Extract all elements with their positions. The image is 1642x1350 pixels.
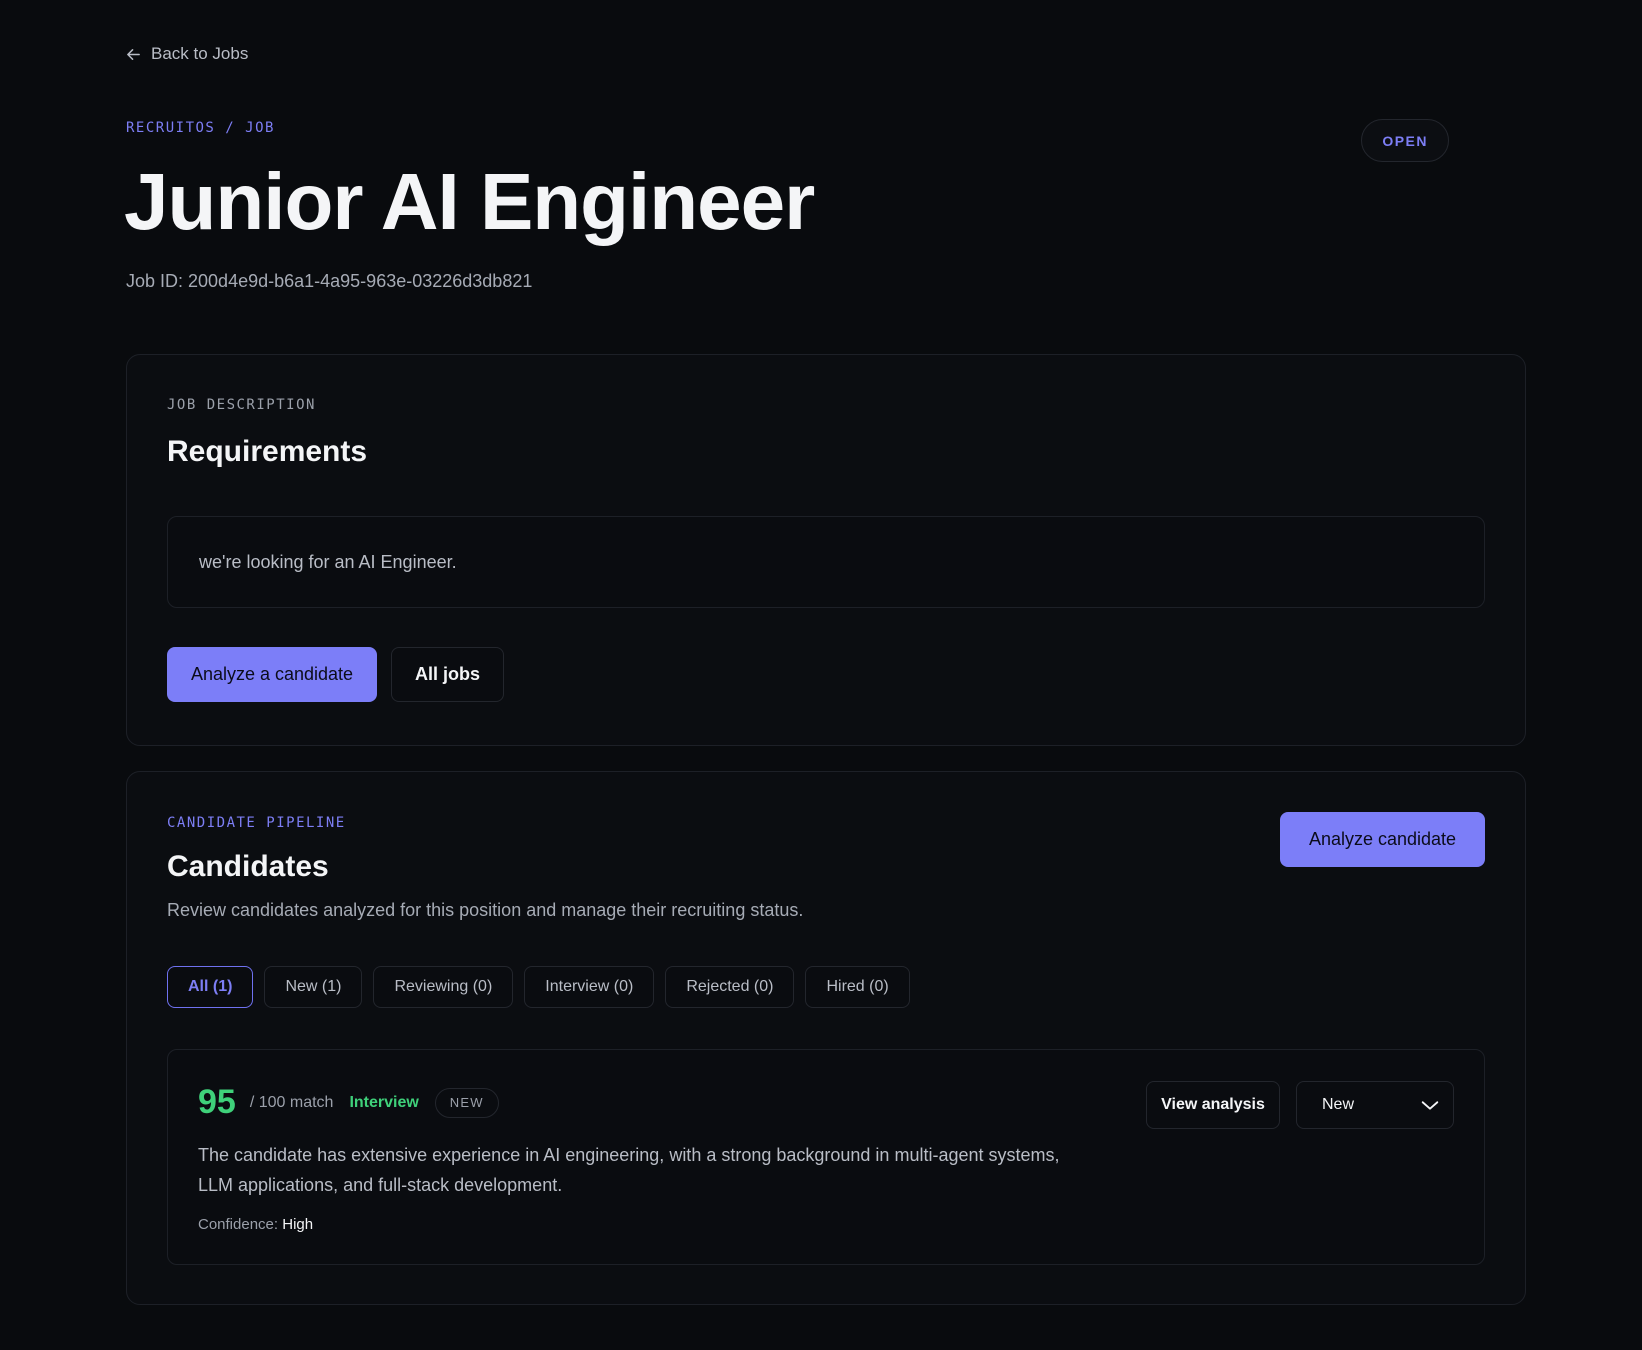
candidate-pipeline-eyebrow: CANDIDATE PIPELINE bbox=[167, 815, 346, 831]
recommended-stage: Interview bbox=[349, 1093, 419, 1111]
candidate-card: 95 / 100 match Interview NEW The candida… bbox=[167, 1049, 1485, 1265]
candidates-subtitle: Review candidates analyzed for this posi… bbox=[167, 900, 804, 920]
all-jobs-button[interactable]: All jobs bbox=[391, 647, 504, 702]
analyze-candidate-button[interactable]: Analyze candidate bbox=[1280, 812, 1485, 867]
status-filter-tabs: All (1) New (1) Reviewing (0) Interview … bbox=[167, 966, 910, 1008]
tab-new[interactable]: New (1) bbox=[264, 966, 363, 1008]
candidates-title: Candidates bbox=[167, 850, 329, 883]
job-description-card: JOB DESCRIPTION Requirements we're looki… bbox=[126, 354, 1526, 746]
view-analysis-button[interactable]: View analysis bbox=[1146, 1081, 1280, 1129]
requirements-title: Requirements bbox=[167, 435, 368, 468]
job-status-badge: OPEN bbox=[1361, 119, 1449, 162]
candidate-status-badge: NEW bbox=[434, 1087, 499, 1118]
breadcrumb: RECRUITOS / JOB bbox=[126, 120, 275, 136]
tab-interview[interactable]: Interview (0) bbox=[524, 966, 655, 1008]
tab-reviewing[interactable]: Reviewing (0) bbox=[373, 966, 514, 1008]
back-link-label: Back to Jobs bbox=[151, 44, 249, 63]
arrow-left-icon bbox=[127, 48, 140, 60]
tab-hired[interactable]: Hired (0) bbox=[805, 966, 910, 1008]
back-to-jobs-link[interactable]: Back to Jobs bbox=[126, 44, 248, 64]
job-detail-page: Back to Jobs RECRUITOS / JOB OPEN Junior… bbox=[0, 0, 1642, 1350]
candidate-pipeline-card: CANDIDATE PIPELINE Candidates Review can… bbox=[126, 771, 1526, 1305]
status-select-value: New bbox=[1322, 1096, 1355, 1113]
tab-all[interactable]: All (1) bbox=[167, 966, 254, 1008]
confidence-label: Confidence: bbox=[198, 1216, 279, 1233]
chevron-down-icon bbox=[1421, 1101, 1439, 1110]
requirements-text: we're looking for an AI Engineer. bbox=[167, 516, 1485, 608]
analyze-a-candidate-button[interactable]: Analyze a candidate bbox=[167, 647, 377, 702]
tab-rejected[interactable]: Rejected (0) bbox=[665, 966, 795, 1008]
job-description-eyebrow: JOB DESCRIPTION bbox=[167, 397, 316, 413]
confidence-value: High bbox=[282, 1216, 314, 1233]
match-score: 95 bbox=[198, 1083, 236, 1121]
confidence: Confidence: High bbox=[198, 1216, 313, 1233]
match-score-suffix: / 100 match bbox=[249, 1093, 334, 1111]
job-id: Job ID: 200d4e9d-b6a1-4a95-963e-03226d3d… bbox=[126, 271, 533, 291]
candidate-score-row: 95 / 100 match Interview NEW bbox=[198, 1083, 499, 1122]
page-title: Junior AI Engineer bbox=[124, 157, 815, 246]
candidate-status-select[interactable]: New bbox=[1296, 1081, 1454, 1129]
candidate-summary: The candidate has extensive experience i… bbox=[198, 1145, 1060, 1195]
